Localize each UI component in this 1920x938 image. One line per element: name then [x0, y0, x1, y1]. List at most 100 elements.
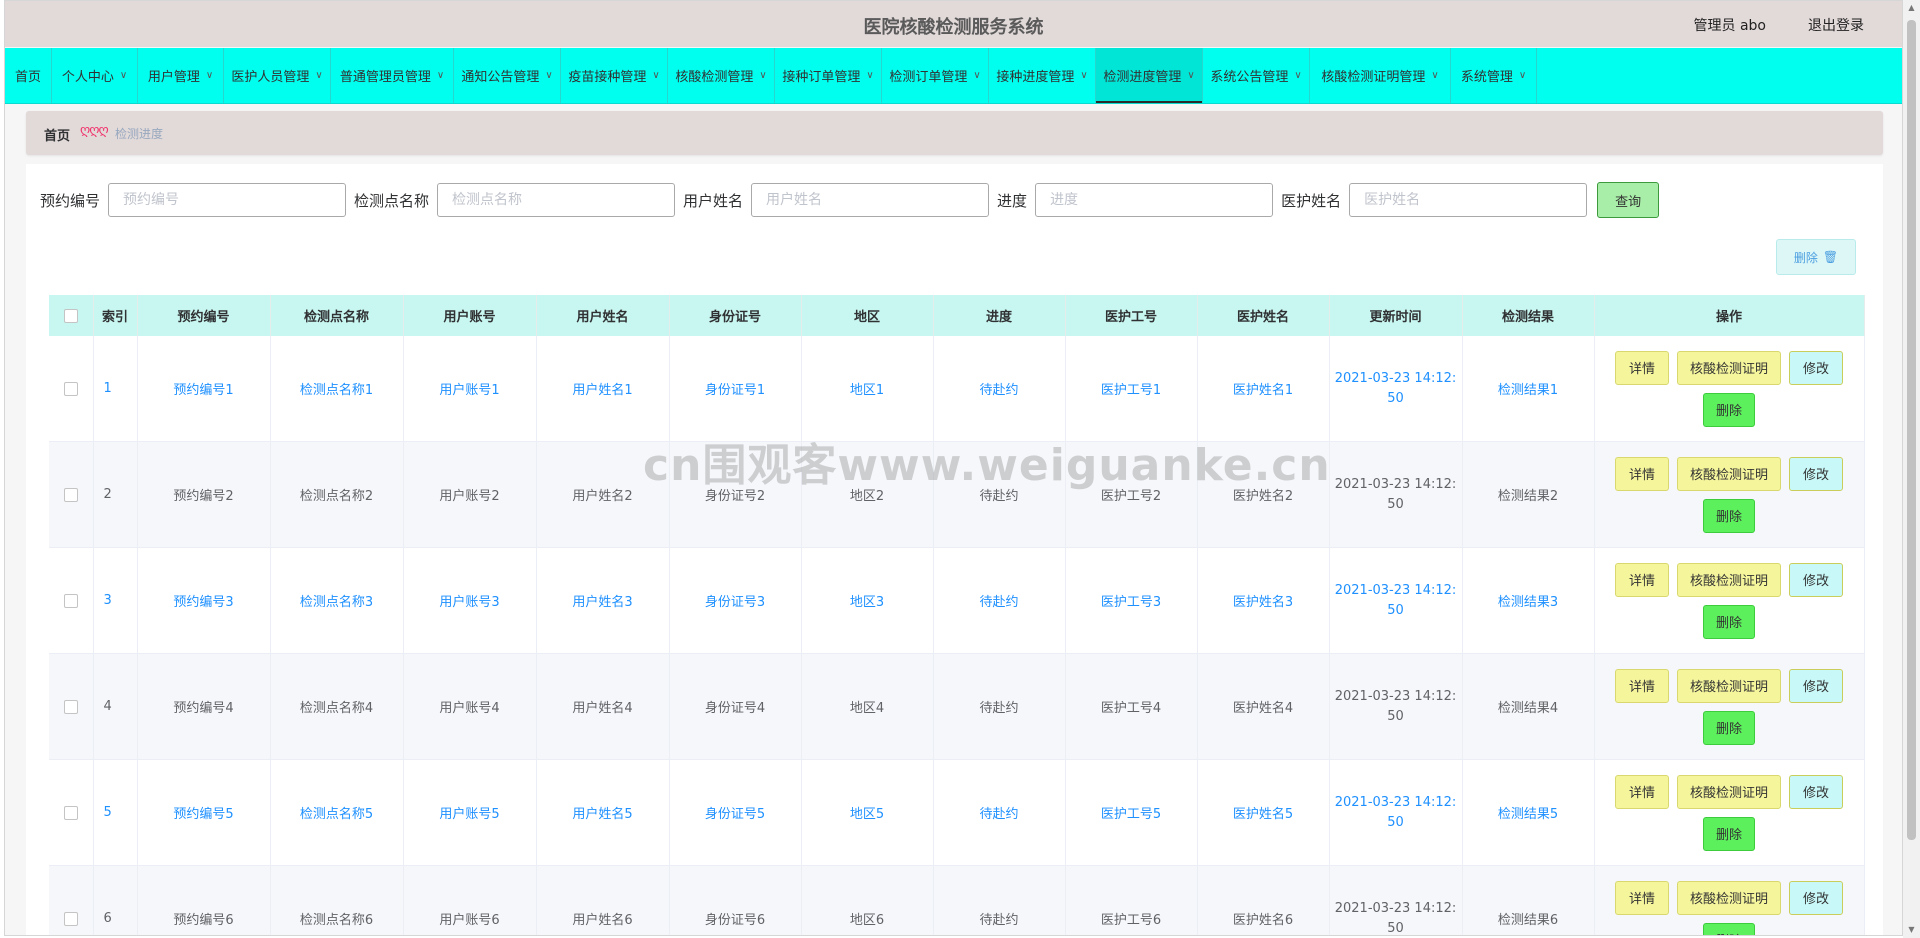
nav-item-label: 检测进度管理	[1103, 70, 1182, 85]
detail-button[interactable]: 详情	[1615, 880, 1669, 915]
cell-idcard: 身份证号1	[669, 336, 802, 442]
nav-item-12[interactable]: 系统公告管理 ∨	[1203, 48, 1310, 103]
breadcrumb-home[interactable]: 首页	[44, 125, 70, 144]
batch-delete-button[interactable]: 删除 🗑	[1776, 239, 1856, 275]
search-input-3[interactable]	[1035, 183, 1274, 217]
column-header: 地区	[801, 295, 934, 336]
cell-progress: 待赴约	[933, 336, 1066, 442]
row-checkbox[interactable]	[63, 381, 78, 396]
cell-appt: 预约编号2	[137, 441, 271, 548]
update-time-line2: 50	[1387, 602, 1404, 618]
cell-site: 检测点名称1	[270, 336, 404, 442]
nav-item-10[interactable]: 接种进度管理 ∨	[989, 48, 1096, 103]
select-all-header[interactable]	[49, 295, 94, 336]
nav-item-2[interactable]: 用户管理 ∨	[138, 48, 224, 103]
progress-table: 索引 预约编号 检测点名称 用户账号 用户姓名 身份证号 地区 进度 医护工号 医护姓名 更新时间检…	[49, 295, 1865, 935]
search-input-1[interactable]	[437, 183, 676, 217]
cell-region: 地区4	[801, 653, 934, 760]
chevron-down-icon: ∨	[545, 70, 553, 81]
cell-staff-name: 医护姓名5	[1197, 759, 1330, 866]
cell-staff-name: 医护姓名3	[1197, 547, 1330, 654]
cell-site: 检测点名称2	[270, 441, 404, 548]
edit-button[interactable]: 修改	[1789, 350, 1843, 385]
delete-button[interactable]: 删除	[1703, 498, 1755, 533]
cell-region: 地区1	[801, 336, 934, 442]
detail-button[interactable]: 详情	[1615, 562, 1669, 597]
nav-item-3[interactable]: 医护人员管理 ∨	[224, 48, 331, 103]
edit-button[interactable]: 修改	[1789, 456, 1843, 491]
detail-button[interactable]: 详情	[1615, 774, 1669, 809]
cell-account: 用户账号6	[403, 865, 537, 935]
detail-button[interactable]: 详情	[1615, 456, 1669, 491]
search-input-2[interactable]	[751, 183, 990, 217]
nav-item-0[interactable]: 首页	[5, 48, 52, 103]
nav-item-14[interactable]: 系统管理 ∨	[1451, 48, 1537, 103]
search-input-4[interactable]	[1349, 183, 1588, 217]
page-scrollbar[interactable]: ▲ ▼	[1903, 0, 1920, 938]
nav-item-11[interactable]: 检测进度管理 ∨	[1096, 48, 1203, 103]
row-checkbox[interactable]	[63, 487, 78, 502]
nav-item-label: 接种进度管理	[996, 70, 1075, 85]
cell-index: 2	[93, 441, 138, 548]
cell-staff-no: 医护工号5	[1065, 759, 1198, 866]
cell-staff-name: 医护姓名1	[1197, 336, 1330, 442]
search-input-0[interactable]	[108, 183, 347, 217]
scroll-thumb[interactable]	[1907, 20, 1916, 840]
delete-button[interactable]: 删除	[1703, 922, 1755, 935]
detail-button[interactable]: 详情	[1615, 350, 1669, 385]
select-all-checkbox[interactable]	[63, 308, 78, 323]
update-time-line1: 2021-03-23 14:12:	[1334, 370, 1457, 386]
cell-name: 用户姓名2	[536, 441, 670, 548]
row-checkbox[interactable]	[63, 805, 78, 820]
scroll-up-arrow-icon[interactable]: ▲	[1903, 0, 1920, 16]
row-checkbox[interactable]	[63, 593, 78, 608]
cell-staff-no: 医护工号4	[1065, 653, 1198, 760]
nav-item-8[interactable]: 接种订单管理 ∨	[775, 48, 882, 103]
search-label-4: 医护姓名	[1281, 191, 1342, 210]
cell-idcard: 身份证号6	[669, 865, 802, 935]
nav-item-4[interactable]: 普通管理员管理 ∨	[331, 48, 454, 103]
delete-button[interactable]: 删除	[1703, 816, 1755, 851]
certificate-button[interactable]: 核酸检测证明	[1677, 350, 1781, 385]
cell-actions: 详情核酸检测证明修改删除	[1594, 653, 1865, 760]
logout-link[interactable]: 退出登录	[1808, 15, 1864, 35]
certificate-button[interactable]: 核酸检测证明	[1677, 562, 1781, 597]
edit-button[interactable]: 修改	[1789, 774, 1843, 809]
nav-item-7[interactable]: 核酸检测管理 ∨	[668, 48, 775, 103]
certificate-button[interactable]: 核酸检测证明	[1677, 880, 1781, 915]
delete-button[interactable]: 删除	[1703, 392, 1755, 427]
column-header: 检测结果	[1462, 295, 1595, 336]
cell-update-time: 2021-03-23 14:12: 50	[1329, 547, 1463, 654]
row-checkbox[interactable]	[63, 699, 78, 714]
certificate-button[interactable]: 核酸检测证明	[1677, 668, 1781, 703]
query-button[interactable]: 查询	[1597, 182, 1660, 218]
edit-button[interactable]: 修改	[1789, 880, 1843, 915]
cell-region: 地区6	[801, 865, 934, 935]
nav-item-13[interactable]: 核酸检测证明管理 ∨	[1310, 48, 1451, 103]
cell-index: 4	[93, 653, 138, 760]
certificate-button[interactable]: 核酸检测证明	[1677, 774, 1781, 809]
delete-button[interactable]: 删除	[1703, 710, 1755, 745]
column-header: 身份证号	[669, 295, 802, 336]
certificate-button[interactable]: 核酸检测证明	[1677, 456, 1781, 491]
update-time-line1: 2021-03-23 14:12:	[1334, 476, 1457, 492]
column-header: 操作	[1594, 295, 1865, 336]
cell-staff-name: 医护姓名4	[1197, 653, 1330, 760]
detail-button[interactable]: 详情	[1615, 668, 1669, 703]
edit-button[interactable]: 修改	[1789, 668, 1843, 703]
nav-item-label: 个人中心	[61, 70, 114, 85]
scroll-down-arrow-icon[interactable]: ▼	[1903, 922, 1920, 938]
nav-item-1[interactable]: 个人中心 ∨	[52, 48, 138, 103]
edit-button[interactable]: 修改	[1789, 562, 1843, 597]
row-checkbox[interactable]	[63, 911, 78, 926]
update-time-line2: 50	[1387, 390, 1404, 406]
nav-item-6[interactable]: 疫苗接种管理 ∨	[561, 48, 668, 103]
nav-item-9[interactable]: 检测订单管理 ∨	[882, 48, 989, 103]
cell-result: 检测结果1	[1462, 336, 1595, 442]
delete-button[interactable]: 删除	[1703, 604, 1755, 639]
batch-delete-label: 删除	[1793, 250, 1818, 265]
nav-item-label: 接种订单管理	[782, 70, 861, 85]
nav-item-label: 通知公告管理	[461, 70, 540, 85]
chevron-down-icon: ∨	[652, 70, 660, 81]
nav-item-5[interactable]: 通知公告管理 ∨	[454, 48, 561, 103]
